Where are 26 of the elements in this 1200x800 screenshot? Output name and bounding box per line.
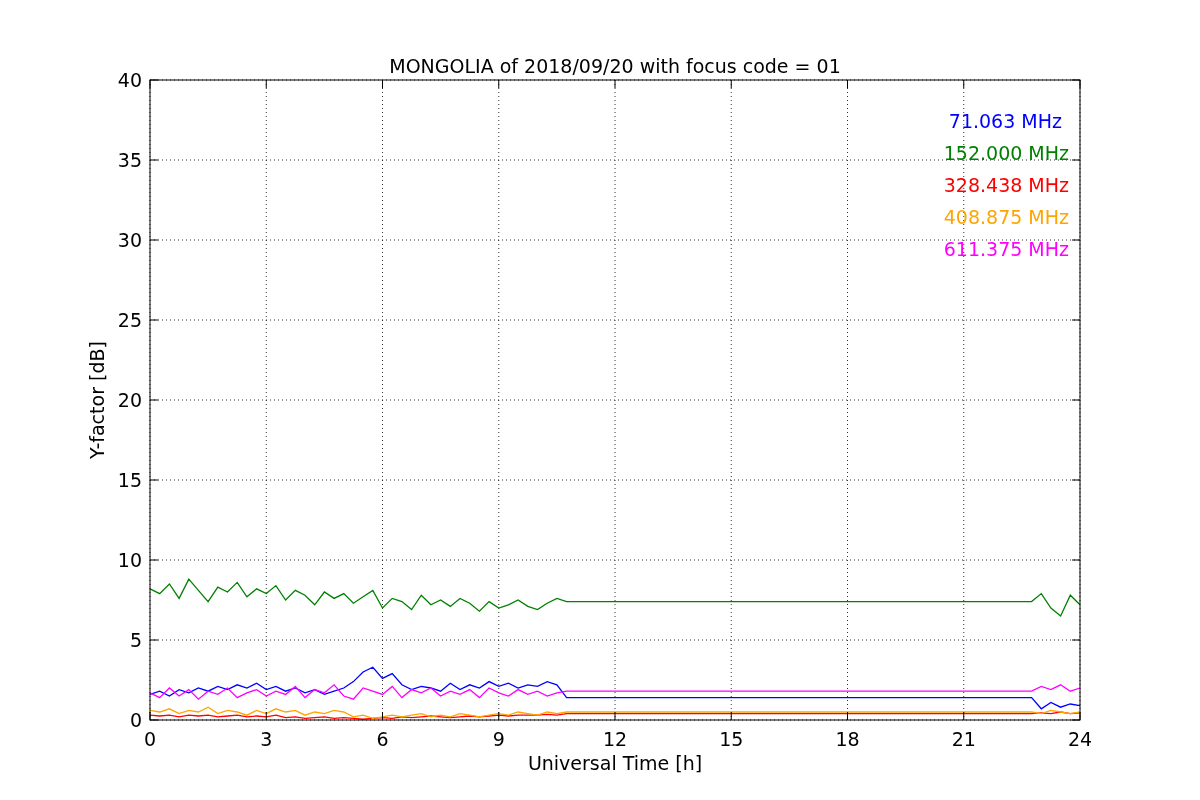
chart-title: MONGOLIA of 2018/09/20 with focus code = 01	[389, 55, 841, 77]
x-tick-label: 6	[376, 728, 389, 750]
x-tick-label: 3	[260, 728, 273, 750]
legend-label: 408.875 MHz	[943, 206, 1069, 228]
x-tick-label: 0	[143, 728, 157, 750]
y-tick-label: 10	[117, 549, 142, 571]
y-tick-label: 5	[129, 629, 142, 651]
y-tick-label: 20	[117, 389, 142, 411]
y-tick-label: 40	[117, 69, 142, 91]
legend-label: 71.063 MHz	[948, 110, 1062, 132]
x-tick-label: 9	[492, 728, 505, 750]
y-tick-label: 25	[117, 309, 142, 331]
x-tick-label: 24	[1067, 728, 1093, 750]
x-axis-label: Universal Time [h]	[527, 752, 703, 774]
legend-label: 328.438 MHz	[943, 174, 1069, 196]
x-tick-label: 18	[835, 728, 860, 750]
y-axis-label: Y-factor [dB]	[86, 341, 108, 459]
y-tick-label: 35	[117, 149, 142, 171]
x-tick-label: 12	[602, 728, 628, 750]
y-tick-label: 30	[117, 229, 142, 251]
legend-label: 611.375 MHz	[943, 238, 1069, 260]
y-tick-label: 15	[117, 469, 142, 491]
y-tick-label: 0	[129, 709, 142, 731]
x-tick-label: 15	[719, 728, 744, 750]
x-tick-label: 21	[951, 728, 976, 750]
legend-label: 152.000 MHz	[943, 142, 1069, 164]
